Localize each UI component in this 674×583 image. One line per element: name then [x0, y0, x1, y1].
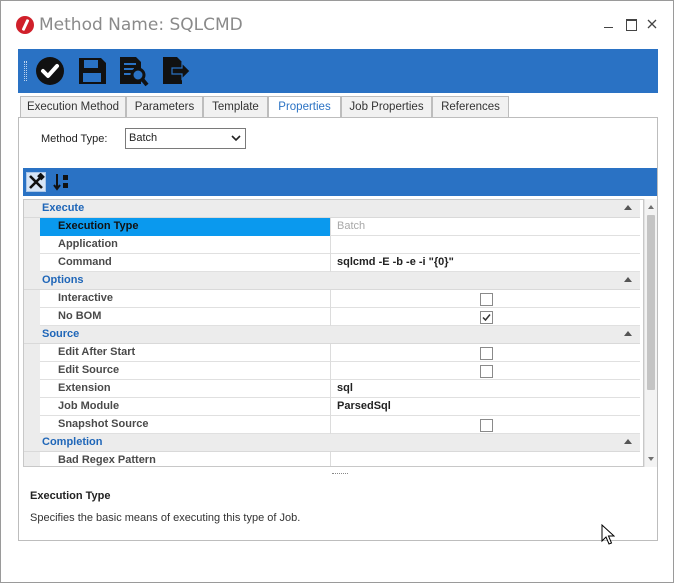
- property-name[interactable]: Snapshot Source: [40, 416, 331, 434]
- description-title: Execution Type: [30, 490, 111, 502]
- collapse-arrow-icon[interactable]: [624, 277, 632, 282]
- apply-button[interactable]: [33, 55, 67, 87]
- collapse-arrow-icon[interactable]: [624, 331, 632, 336]
- property-name[interactable]: Edit Source: [40, 362, 331, 380]
- property-row-snapshot-source[interactable]: Snapshot Source: [24, 416, 640, 434]
- close-button[interactable]: [645, 17, 659, 31]
- save-button[interactable]: [75, 55, 109, 87]
- category-label: Completion: [42, 436, 103, 448]
- checkmark-icon: [482, 314, 491, 322]
- preview-button[interactable]: [116, 55, 150, 87]
- property-name[interactable]: Bad Regex Pattern: [40, 452, 331, 466]
- property-name[interactable]: Job Module: [40, 398, 331, 416]
- mouse-cursor-icon: [601, 524, 615, 545]
- property-value-input[interactable]: [332, 452, 638, 466]
- method-type-select[interactable]: Batch: [125, 128, 246, 149]
- tab-parameters[interactable]: Parameters: [126, 96, 203, 118]
- title-bar: Method Name: SQLCMD: [1, 1, 673, 49]
- property-grid-scrollbar[interactable]: [644, 199, 657, 467]
- close-icon: [647, 19, 657, 29]
- category-completion[interactable]: Completion: [24, 434, 640, 452]
- property-row-bad-regex-pattern[interactable]: Bad Regex Pattern: [24, 452, 640, 466]
- scroll-up-arrow-icon[interactable]: [648, 205, 654, 209]
- property-name[interactable]: Application: [40, 236, 331, 254]
- description-splitter[interactable]: [332, 473, 348, 476]
- save-icon: [79, 58, 106, 84]
- property-value-input[interactable]: ParsedSql: [332, 398, 638, 416]
- export-button[interactable]: [158, 55, 192, 87]
- property-value-input[interactable]: [332, 236, 638, 254]
- category-source[interactable]: Source: [24, 326, 640, 344]
- sort-alphabetical-button[interactable]: [52, 172, 72, 192]
- maximize-button[interactable]: [624, 17, 638, 31]
- property-row-edit-source[interactable]: Edit Source: [24, 362, 640, 380]
- preview-icon: [120, 57, 149, 87]
- tab-job-properties[interactable]: Job Properties: [341, 96, 432, 118]
- property-row-interactive[interactable]: Interactive: [24, 290, 640, 308]
- property-row-application[interactable]: Application: [24, 236, 640, 254]
- property-grid: Execute Execution Type Batch Application…: [23, 199, 644, 467]
- checkmark-icon: [36, 57, 64, 85]
- property-row-execution-type[interactable]: Execution Type Batch: [24, 218, 640, 236]
- collapse-arrow-icon[interactable]: [624, 439, 632, 444]
- property-row-edit-after-start[interactable]: Edit After Start: [24, 344, 640, 362]
- property-name[interactable]: No BOM: [40, 308, 331, 326]
- property-value-input[interactable]: sql: [332, 380, 638, 398]
- app-logo-icon: [16, 16, 34, 34]
- property-value: Batch: [337, 220, 366, 232]
- property-row-command[interactable]: Command sqlcmd -E -b -e -i "{0}": [24, 254, 640, 272]
- interactive-checkbox[interactable]: [480, 293, 493, 306]
- chevron-down-icon: [231, 135, 241, 142]
- method-type-label: Method Type:: [41, 133, 108, 145]
- tab-properties[interactable]: Properties: [268, 96, 341, 119]
- category-label: Source: [42, 328, 80, 340]
- property-row-extension[interactable]: Extension sql: [24, 380, 640, 398]
- category-options[interactable]: Options: [24, 272, 640, 290]
- window-title: Method Name: SQLCMD: [39, 15, 243, 35]
- category-label: Execute: [42, 202, 85, 214]
- tab-execution-method[interactable]: Execution Method: [20, 96, 126, 118]
- description-text: Specifies the basic means of executing t…: [30, 512, 301, 524]
- edit-source-checkbox[interactable]: [480, 365, 493, 378]
- scroll-down-arrow-icon[interactable]: [648, 457, 654, 461]
- property-name[interactable]: Execution Type: [40, 218, 331, 236]
- property-value-input[interactable]: sqlcmd -E -b -e -i "{0}": [332, 254, 638, 272]
- edit-after-start-checkbox[interactable]: [480, 347, 493, 360]
- method-dialog: Method Name: SQLCMD Execution Method Par…: [0, 0, 674, 583]
- tab-template[interactable]: Template: [203, 96, 268, 118]
- sort-alphabetical-icon: [53, 174, 68, 191]
- property-row-no-bom[interactable]: No BOM: [24, 308, 640, 326]
- tab-references[interactable]: References: [432, 96, 509, 118]
- collapse-arrow-icon[interactable]: [624, 205, 632, 210]
- property-name[interactable]: Interactive: [40, 290, 331, 308]
- snapshot-source-checkbox[interactable]: [480, 419, 493, 432]
- category-label: Options: [42, 274, 84, 286]
- property-grid-toolbar: [23, 168, 657, 196]
- scrollbar-thumb[interactable]: [647, 215, 655, 390]
- toolbar-grip[interactable]: [24, 61, 27, 81]
- categorized-icon: [29, 173, 45, 189]
- export-icon: [163, 57, 191, 84]
- method-type-value: Batch: [129, 132, 158, 144]
- property-name[interactable]: Extension: [40, 380, 331, 398]
- minimize-button[interactable]: [602, 17, 616, 31]
- categorized-view-button[interactable]: [26, 172, 46, 192]
- property-name[interactable]: Command: [40, 254, 331, 272]
- property-name[interactable]: Edit After Start: [40, 344, 331, 362]
- no-bom-checkbox[interactable]: [480, 311, 493, 324]
- property-row-job-module[interactable]: Job Module ParsedSql: [24, 398, 640, 416]
- category-execute[interactable]: Execute: [24, 200, 640, 218]
- main-toolbar: [18, 49, 658, 93]
